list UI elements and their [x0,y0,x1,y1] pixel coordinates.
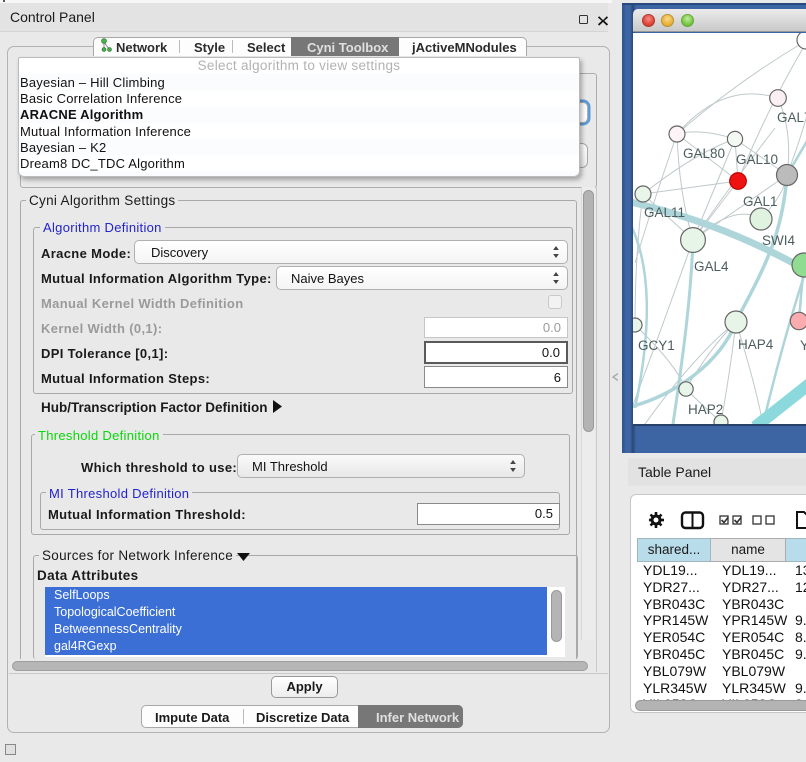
svg-text:GAL11: GAL11 [644,205,685,220]
svg-text:GAL1: GAL1 [743,194,778,209]
svg-text:GAL10: GAL10 [736,152,778,167]
svg-text:SWI4: SWI4 [762,233,795,248]
svg-text:GAL80: GAL80 [683,146,725,161]
svg-text:GAL4: GAL4 [694,259,729,274]
svg-text:GCY1: GCY1 [638,338,675,353]
svg-text:HAP4: HAP4 [738,337,774,352]
svg-text:Y: Y [800,338,806,353]
svg-text:HAP2: HAP2 [688,402,723,417]
svg-text:GAL7: GAL7 [777,110,806,125]
